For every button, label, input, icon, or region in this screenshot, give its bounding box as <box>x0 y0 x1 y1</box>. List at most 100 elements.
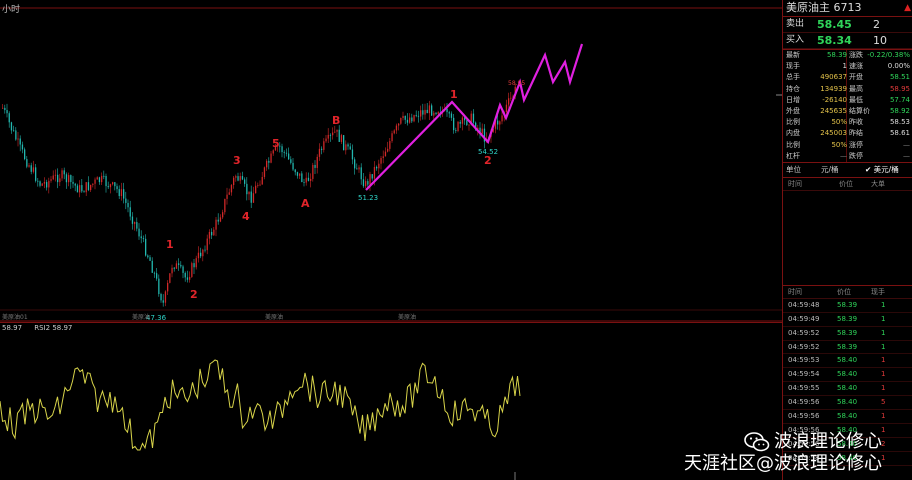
candle-body <box>461 117 464 124</box>
wave-label-4: 4 <box>242 210 250 223</box>
candle-body <box>94 179 96 184</box>
rsi-canvas <box>0 322 782 480</box>
tick-row: 04:59:56 58.40 1 <box>783 410 912 424</box>
tick-price: 58.39 <box>837 328 858 337</box>
candle-body <box>219 217 222 222</box>
candle-body <box>59 178 61 183</box>
candle-body <box>378 163 380 169</box>
tick-price: 58.40 <box>837 370 858 379</box>
candle-body <box>186 277 189 280</box>
collapse-arrow-icon[interactable]: ▲ <box>904 0 911 16</box>
stat-key: 持仓 <box>786 84 800 93</box>
candle-body <box>285 152 288 154</box>
wave-label-2: 2 <box>190 288 198 301</box>
candle-body <box>41 183 43 186</box>
candle-body <box>437 112 439 114</box>
candle-body <box>376 166 378 169</box>
stat-value: 58.61 <box>889 129 910 138</box>
ask-row[interactable]: 卖出 58.45 2 <box>783 17 912 33</box>
period-label[interactable]: 小时 <box>2 2 20 15</box>
stats-row: 外盘 245635 结算价 58.92 <box>783 106 912 117</box>
candle-body <box>21 144 24 150</box>
tick-time: 04:59:53 <box>788 356 820 365</box>
low2-price-label: 54.52 <box>478 148 498 156</box>
stat-value: 50% <box>831 140 847 149</box>
candle-body <box>237 176 239 181</box>
candle-body <box>48 180 50 188</box>
watermark: 波浪理论修心 天涯社区@波浪理论修心 <box>684 431 882 475</box>
contract-title[interactable]: 美原油主 6713 ▲ <box>783 0 912 17</box>
candle-body <box>356 168 358 170</box>
candle-body <box>329 134 332 136</box>
bigorder-header-price: 价位 <box>839 179 853 188</box>
candle-body <box>384 151 387 157</box>
stats-row: 总手 490637 开盘 58.51 <box>783 72 912 83</box>
tick-row: 04:59:54 58.40 1 <box>783 368 912 383</box>
tick-header-vol: 现手 <box>871 287 885 296</box>
candle-body <box>257 185 259 186</box>
candle-body <box>233 177 235 186</box>
stat-key: 杠杆 <box>786 151 800 160</box>
rsi-header-label: RSI2 58.97 <box>34 324 73 332</box>
tick-price: 58.39 <box>837 314 858 323</box>
stat-key: 速涨 <box>849 62 863 71</box>
rsi-panel[interactable]: 58.97 RSI2 58.97 <box>0 322 782 480</box>
stat-key: 最新 <box>786 51 800 59</box>
candlestick-chart[interactable]: 1 2 3 4 5 A B 1 2 47.36 51.23 54.52 58.9… <box>0 0 782 322</box>
unit-row[interactable]: 单位 元/桶 ✔ 美元/桶 <box>783 163 912 178</box>
bigorder-list[interactable] <box>783 191 912 286</box>
candle-body <box>235 176 237 178</box>
stat-key: 比例 <box>786 140 800 149</box>
bigorder-header: 时间 价位 大单 <box>783 178 912 191</box>
bid-row[interactable]: 买入 58.34 10 <box>783 33 912 49</box>
candle-body <box>2 107 4 109</box>
tick-volume: 1 <box>881 384 886 393</box>
candle-body <box>26 159 28 167</box>
candle-body <box>455 130 457 132</box>
quote-panel: 美原油主 6713 ▲ 卖出 58.45 2 买入 58.34 10 最新 58.… <box>782 0 912 480</box>
candle-body <box>310 178 312 181</box>
candle-body <box>103 175 105 177</box>
stat-key: 最低 <box>849 95 863 104</box>
candle-body <box>74 183 76 186</box>
candle-body <box>197 252 200 259</box>
candle-body <box>431 105 433 116</box>
contract-title-text: 美原油主 6713 <box>786 1 862 14</box>
candle-body <box>318 148 321 157</box>
stat-value: 245003 <box>820 129 847 138</box>
stat-key: 总手 <box>786 73 800 82</box>
candle-body <box>105 176 107 187</box>
candle-body <box>92 183 94 185</box>
stat-value: 0.00% <box>887 62 910 71</box>
stat-value: -0.22/0.38% <box>867 51 910 59</box>
candle-body <box>417 115 420 117</box>
wave-label-1b: 1 <box>450 88 458 101</box>
candle-body <box>259 184 261 186</box>
ask-label: 卖出 <box>786 19 805 29</box>
unit-option-yuan[interactable]: 元/桶 <box>821 163 839 177</box>
chart-canvas[interactable]: 1 2 3 4 5 A B 1 2 47.36 51.23 54.52 58.9… <box>0 0 782 322</box>
candle-body <box>415 115 417 116</box>
stat-key: 现手 <box>786 62 800 71</box>
tick-row: 04:59:56 58.40 5 <box>783 396 912 410</box>
tick-row: 04:59:53 58.40 1 <box>783 354 912 369</box>
stat-key: 比例 <box>786 118 800 127</box>
bigorder-header-time: 时间 <box>788 179 802 188</box>
stat-value: 58.39 <box>826 51 847 59</box>
candle-body <box>327 134 329 139</box>
candle-body <box>338 129 340 142</box>
bid-volume: 10 <box>873 34 887 47</box>
candle-body <box>43 182 46 184</box>
candle-body <box>448 112 450 114</box>
candle-body <box>17 138 19 140</box>
candle-body <box>369 174 371 185</box>
candle-body <box>314 164 316 168</box>
candle-body <box>118 189 120 197</box>
candle-body <box>85 182 87 193</box>
candle-body <box>360 167 362 180</box>
unit-option-usd[interactable]: ✔ 美元/桶 <box>865 163 899 177</box>
candle-body <box>422 110 424 115</box>
tick-time: 04:59:56 <box>788 398 820 407</box>
stats-row: 比例 50% 涨停 — <box>783 140 912 151</box>
tick-time: 04:59:52 <box>788 342 820 351</box>
